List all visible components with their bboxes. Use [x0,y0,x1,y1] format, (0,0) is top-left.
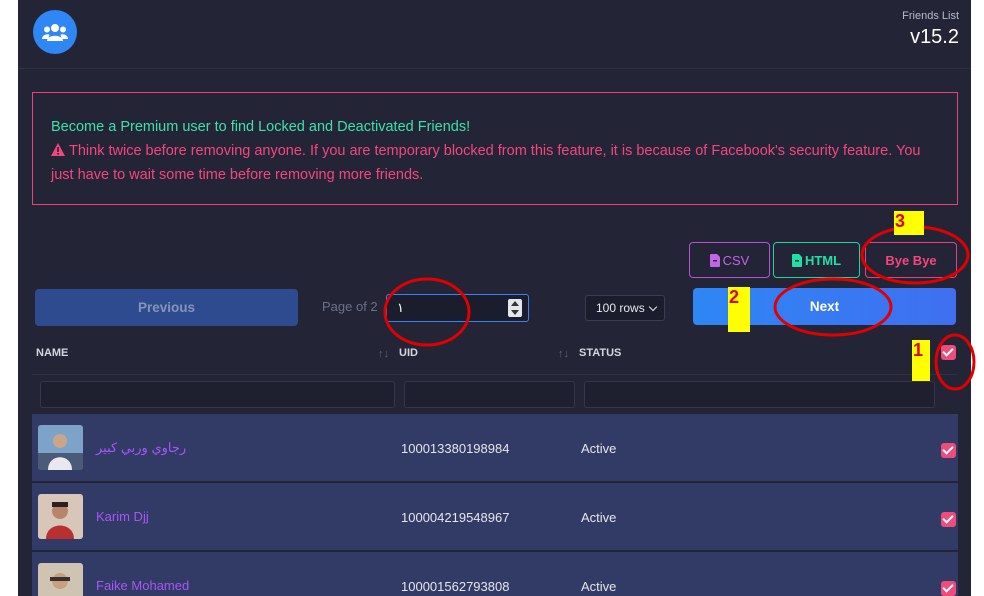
column-header-uid[interactable]: UID [399,347,418,359]
row-checkbox[interactable] [941,512,956,527]
sort-icon[interactable]: ↑↓ [558,348,569,360]
select-all-checkbox[interactable] [941,345,956,360]
annotation-label-2: 2 [728,287,750,332]
sort-icon[interactable]: ↑↓ [378,348,389,360]
chevron-down-icon [648,302,658,312]
friends-list-panel: Friends List v15.2 Become a Premium user… [18,0,971,596]
page-of-label: Page of 2 [322,299,378,314]
column-header-status[interactable]: STATUS [579,347,621,359]
column-header-name[interactable]: NAME [36,347,68,359]
table-row: رجاوي وربي كبير 100013380198984 Active [32,414,958,481]
next-label: Next [809,299,840,314]
app-title: Friends List [902,10,959,22]
users-group-icon [33,10,77,54]
friend-name-link[interactable]: رجاوي وربي كبير [96,440,186,456]
avatar [38,563,83,596]
annotation-label-3: 3 [894,211,924,235]
file-csv-icon [709,253,720,267]
table-row: Karim Djj 100004219548967 Active [32,483,958,550]
export-csv-button[interactable]: CSV [689,242,770,278]
premium-message: Become a Premium user to find Locked and… [51,119,471,135]
friend-uid: 100001562793808 [401,579,510,594]
rows-per-page-value: 100 rows [596,301,645,315]
friend-name-link[interactable]: Faike Mohamed [96,578,189,593]
friends-table-body: رجاوي وربي كبير 100013380198984 Active K… [32,414,958,596]
export-html-label: HTML [804,252,842,268]
row-checkbox[interactable] [941,443,956,458]
row-checkbox[interactable] [941,581,956,596]
warning-triangle-icon [51,143,65,156]
friend-uid: 100013380198984 [401,441,510,456]
page-number-input[interactable]: ١ [386,294,529,322]
friend-status: Active [581,579,617,594]
friend-name-link[interactable]: Karim Djj [96,509,149,524]
friend-uid: 100004219548967 [401,510,510,525]
table-row: Faike Mohamed 100001562793808 Active [32,552,958,596]
previous-label: Previous [137,300,196,315]
friend-status: Active [581,510,617,525]
filter-divider [32,374,958,375]
annotation-label-1: 1 [912,340,930,381]
bye-bye-button[interactable]: Bye Bye [865,242,957,278]
uid-filter-input[interactable] [404,381,575,408]
warning-message: Think twice before removing anyone. If y… [51,139,939,187]
page-number-value: ١ [397,300,404,315]
premium-alert: Become a Premium user to find Locked and… [32,92,958,205]
avatar [38,425,83,470]
warning-text: Think twice before removing anyone. If y… [51,143,921,183]
file-html-icon [791,253,802,267]
spinner-arrows-icon[interactable] [508,299,522,317]
header-divider [18,68,971,69]
rows-per-page-select[interactable]: 100 rows [585,295,665,321]
bye-bye-label: Bye Bye [885,252,937,268]
status-filter-input[interactable] [584,381,935,408]
friend-status: Active [581,441,617,456]
version-label: v15.2 [910,26,959,48]
export-csv-label: CSV [722,252,750,268]
export-html-button[interactable]: HTML [773,242,860,278]
avatar [38,494,83,539]
name-filter-input[interactable] [40,381,395,408]
previous-button[interactable]: Previous [35,289,298,326]
